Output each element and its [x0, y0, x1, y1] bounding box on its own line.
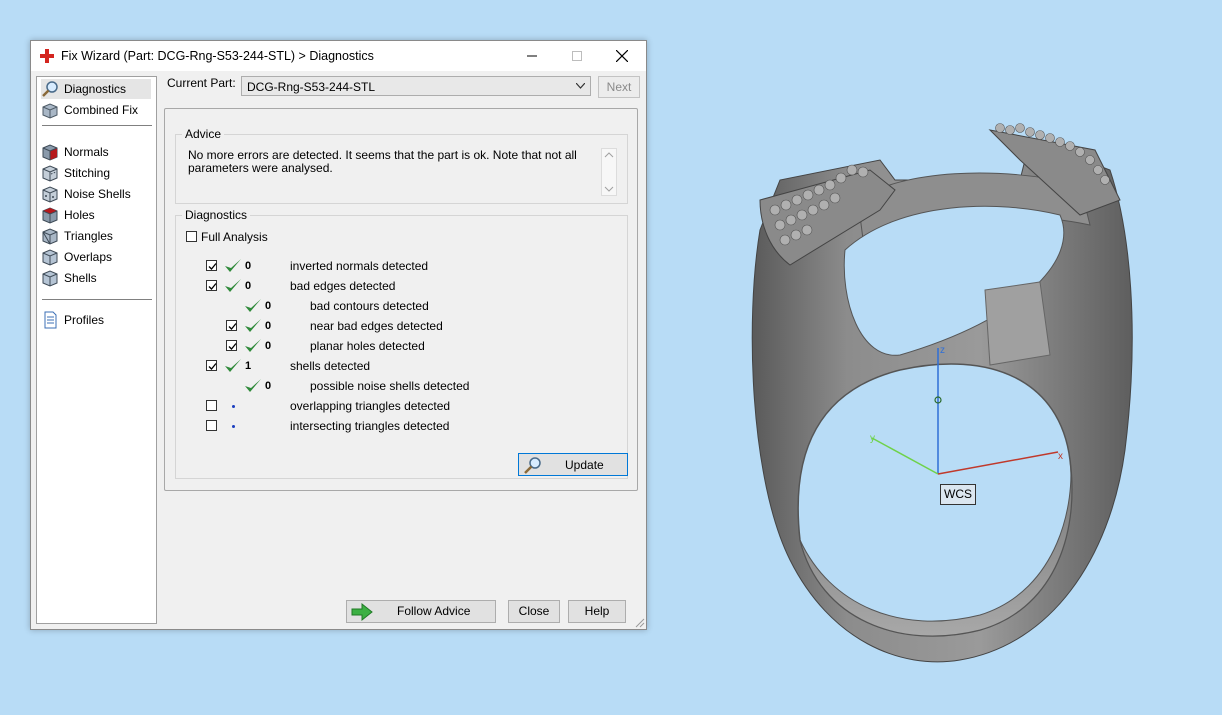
scroll-arrows-icon	[604, 152, 614, 192]
advice-text: No more errors are detected. It seems th…	[188, 148, 577, 175]
not-analysed-dot-icon	[232, 405, 235, 408]
x-axis-label: x	[1058, 451, 1063, 462]
window-title: Fix Wizard (Part: DCG-Rng-S53-244-STL) >…	[61, 49, 374, 63]
magnifier-icon	[42, 81, 58, 97]
diag-label: planar holes detected	[310, 339, 425, 353]
profiles-document-icon	[44, 311, 57, 329]
green-check-icon	[245, 299, 261, 312]
resize-grip-icon[interactable]	[635, 618, 645, 628]
full-analysis-checkbox[interactable]	[186, 231, 197, 242]
overlapping-triangles-checkbox[interactable]	[206, 400, 217, 411]
combined-fix-icon	[42, 103, 58, 119]
near-bad-edges-checkbox[interactable]	[226, 320, 237, 331]
checkmark-icon	[228, 343, 237, 350]
advice-title: Advice	[182, 127, 225, 141]
current-part-value: DCG-Rng-S53-244-STL	[247, 80, 376, 94]
diag-label: overlapping triangles detected	[290, 399, 451, 413]
diagnostics-panel: Advice No more errors are detected. It s…	[164, 108, 638, 491]
green-check-icon	[245, 319, 261, 332]
maximize-icon	[571, 51, 582, 61]
nav-separator	[42, 299, 152, 300]
current-part-label: Current Part:	[167, 76, 236, 90]
noise-shells-cube-icon	[42, 186, 58, 203]
minimize-button[interactable]	[509, 41, 554, 71]
diag-label: possible noise shells detected	[310, 379, 470, 393]
advice-group: Advice No more errors are detected. It s…	[175, 127, 628, 204]
nav-item-stitching[interactable]: Stitching	[41, 163, 151, 183]
checkmark-icon	[208, 363, 217, 370]
nav-item-normals[interactable]: Normals	[41, 142, 151, 162]
full-analysis-label: Full Analysis	[201, 230, 268, 244]
chevron-down-icon	[576, 83, 585, 89]
maximize-button[interactable]	[554, 41, 599, 71]
planar-holes-checkbox[interactable]	[226, 340, 237, 351]
holes-cube-icon	[42, 207, 58, 224]
diag-count: 0	[265, 300, 272, 312]
diag-count: 1	[245, 360, 252, 372]
diagnostics-title: Diagnostics	[182, 208, 251, 222]
green-arrow-icon	[351, 602, 373, 622]
diag-count: 0	[265, 380, 272, 392]
diag-label: shells detected	[290, 359, 371, 373]
nav-item-shells[interactable]: Shells	[41, 268, 151, 288]
green-check-icon	[225, 259, 241, 272]
inverted-normals-checkbox[interactable]	[206, 260, 217, 271]
diag-count: 0	[245, 280, 252, 292]
diag-count: 0	[265, 320, 272, 332]
checkmark-icon	[208, 263, 217, 270]
wizard-nav-list: Diagnostics Combined Fix Normals Stitchi…	[36, 76, 157, 624]
close-icon	[615, 50, 628, 62]
nav-item-holes[interactable]: Holes	[41, 205, 151, 225]
checkmark-icon	[228, 323, 237, 330]
overlaps-cube-icon	[42, 249, 58, 266]
diagnostics-group: Diagnostics Full Analysis 0 inverted nor…	[175, 208, 628, 479]
diag-label: intersecting triangles detected	[290, 419, 450, 433]
checkmark-icon	[208, 283, 217, 290]
shells-cube-icon	[42, 270, 58, 287]
diag-label: bad edges detected	[290, 279, 396, 293]
z-axis-label: z	[940, 345, 945, 356]
help-button[interactable]: Help	[568, 600, 626, 623]
diag-label: inverted normals detected	[290, 259, 429, 273]
title-bar[interactable]: Fix Wizard (Part: DCG-Rng-S53-244-STL) >…	[31, 41, 646, 71]
y-axis-label: y	[870, 433, 875, 444]
nav-item-overlaps[interactable]: Overlaps	[41, 247, 151, 267]
red-cross-icon	[40, 49, 54, 63]
diag-count: 0	[245, 260, 252, 272]
shells-checkbox[interactable]	[206, 360, 217, 371]
diag-count: 0	[265, 340, 272, 352]
green-check-icon	[225, 359, 241, 372]
update-label: Update	[565, 458, 604, 472]
triangles-cube-icon	[42, 228, 58, 245]
not-analysed-dot-icon	[232, 425, 235, 428]
close-window-button[interactable]	[599, 41, 644, 71]
diag-label: near bad edges detected	[310, 319, 443, 333]
green-check-icon	[225, 279, 241, 292]
wcs-label: WCS	[940, 484, 976, 505]
close-button[interactable]: Close	[508, 600, 560, 623]
magnifier-icon	[524, 457, 541, 474]
nav-item-profiles[interactable]: Profiles	[41, 310, 151, 330]
nav-item-noise-shells[interactable]: Noise Shells	[41, 184, 151, 204]
minimize-icon	[526, 55, 537, 57]
normals-cube-icon	[42, 144, 58, 161]
diag-label: bad contours detected	[310, 299, 429, 313]
advice-scrollbar[interactable]	[601, 148, 617, 196]
next-button[interactable]: Next	[598, 76, 640, 98]
green-check-icon	[245, 339, 261, 352]
nav-separator	[42, 125, 152, 126]
bad-edges-checkbox[interactable]	[206, 280, 217, 291]
update-button[interactable]: Update	[518, 453, 628, 476]
stitching-cube-icon	[42, 165, 58, 182]
nav-item-diagnostics[interactable]: Diagnostics	[41, 79, 151, 99]
nav-item-triangles[interactable]: Triangles	[41, 226, 151, 246]
nav-item-combined-fix[interactable]: Combined Fix	[41, 100, 151, 120]
follow-advice-label: Follow Advice	[397, 604, 471, 618]
follow-advice-button[interactable]: Follow Advice	[346, 600, 496, 623]
current-part-dropdown[interactable]: DCG-Rng-S53-244-STL	[241, 76, 591, 96]
intersecting-triangles-checkbox[interactable]	[206, 420, 217, 431]
green-check-icon	[245, 379, 261, 392]
fix-wizard-dialog: Fix Wizard (Part: DCG-Rng-S53-244-STL) >…	[30, 40, 647, 630]
